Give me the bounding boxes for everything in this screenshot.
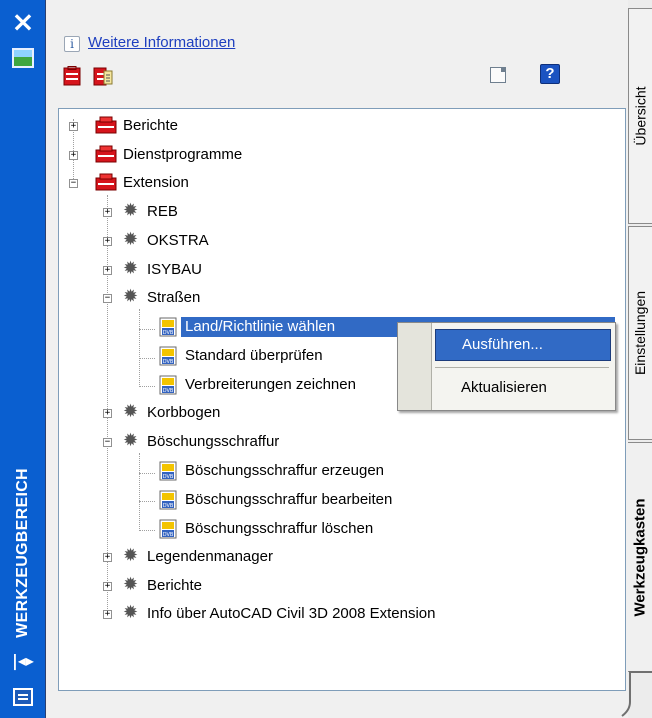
tree-item-label: Dienstprogramme [123,146,243,163]
tab-label: Übersicht [632,86,649,146]
tree-item-isybau[interactable]: + ✹ ISYBAU [59,258,359,280]
tab-uebersicht[interactable]: Übersicht [628,8,652,224]
autohide-icon[interactable]: |◂▸ [11,651,35,671]
svg-text:DVB: DVB [163,474,174,480]
tree-item-label: OKSTRA [147,232,209,249]
svg-text:DVB: DVB [163,359,174,365]
dvb-file-icon: DVB [159,519,177,539]
tab-label: Einstellungen [632,290,649,376]
close-icon[interactable]: × [9,8,37,36]
tree-item-label: ISYBAU [147,261,203,278]
toolbox-icon [95,145,117,163]
tree-item-korbbogen[interactable]: + ✹ Korbbogen [59,401,359,423]
svg-text:DVB: DVB [163,330,174,336]
info-icon: i [64,36,80,52]
tree-item-label: REB [147,203,178,220]
tree-item-berichte[interactable]: + Berichte [59,116,359,136]
expand-icon[interactable]: + [103,208,112,217]
tree-item-strassen[interactable]: − ✹ Straßen [59,286,359,308]
gear-icon: ✹ [123,229,139,250]
collapse-icon[interactable]: − [103,438,112,447]
expand-icon[interactable]: + [103,266,112,275]
context-menu: Ausführen... Aktualisieren [397,322,616,411]
tree-item-dienstprogramme[interactable]: + Dienstprogramme [59,145,359,165]
context-menu-item-aktualisieren[interactable]: Aktualisieren [435,373,611,405]
svg-text:DVB: DVB [163,532,174,538]
tab-einstellungen[interactable]: Einstellungen [628,226,652,440]
tree-item-extension[interactable]: − Extension [59,173,359,193]
context-menu-gutter [398,323,432,410]
toolbox-icon[interactable] [62,66,82,86]
tree-item-label: Berichte [147,577,203,594]
dvb-file-icon: DVB [159,346,177,366]
toolbox-catalog-icon[interactable] [93,66,113,86]
tree-item-label: Korbbogen [147,404,221,421]
tree-item-label: Info über AutoCAD Civil 3D 2008 Extensio… [147,605,436,622]
context-menu-separator [435,367,609,368]
window-icon[interactable] [490,67,506,83]
tree-item-legendenmanager[interactable]: + ✹ Legendenmanager [59,545,359,567]
tree-item-info-civil3d[interactable]: + ✹ Info über AutoCAD Civil 3D 2008 Exte… [59,602,519,624]
gear-icon: ✹ [123,401,139,422]
collapse-icon[interactable]: − [69,179,78,188]
tab-werkzeugkasten[interactable]: Werkzeugkasten [628,442,652,672]
gear-icon: ✹ [123,545,139,566]
tree-item-label: Standard überprüfen [185,347,323,364]
expand-icon[interactable]: + [103,409,112,418]
expand-icon[interactable]: + [69,151,78,160]
expand-icon[interactable]: + [103,610,112,619]
dvb-file-icon: DVB [159,490,177,510]
tree-item-label: Böschungsschraffur löschen [185,520,374,537]
tree-item-label: Extension [123,174,189,191]
tree-item-boeschung-erzeugen[interactable]: DVB Böschungsschraffur erzeugen [59,461,419,481]
toolbox-icon [95,173,117,191]
tree-item-label: Legendenmanager [147,548,273,565]
help-icon[interactable]: ? [540,64,560,84]
gear-icon: ✹ [123,602,139,623]
tree-item-label: Böschungsschraffur bearbeiten [185,491,393,508]
tree-item-reb[interactable]: + ✹ REB [59,200,359,222]
expand-icon[interactable]: + [103,237,112,246]
side-tabs: Übersicht Einstellungen Werkzeugkasten [628,0,652,718]
tree-item-label: Böschungsschraffur erzeugen [185,462,385,479]
gear-icon: ✹ [123,574,139,595]
tree-item-label: Böschungsschraffur [147,433,280,450]
tree-item-standard-pruefen[interactable]: DVB Standard überprüfen [59,346,389,366]
context-menu-item-ausfuehren[interactable]: Ausführen... [435,329,611,361]
landscape-icon[interactable] [12,48,34,68]
tab-label: Werkzeugkasten [631,497,649,617]
gear-icon: ✹ [123,430,139,451]
dvb-file-icon: DVB [159,461,177,481]
svg-text:DVB: DVB [163,388,174,394]
palette-title-text: WERKZEUGBEREICH [14,468,31,638]
tree-item-boeschung-bearbeiten[interactable]: DVB Böschungsschraffur bearbeiten [59,490,439,510]
tab-corner-decoration [621,671,652,717]
gear-icon: ✹ [123,258,139,279]
tree-item-berichte-ext[interactable]: + ✹ Berichte [59,574,359,596]
expand-icon[interactable]: + [103,582,112,591]
properties-icon[interactable] [13,688,33,706]
tree-item-okstra[interactable]: + ✹ OKSTRA [59,229,359,251]
dvb-file-icon: DVB [159,317,177,337]
gear-icon: ✹ [123,286,139,307]
dvb-file-icon: DVB [159,375,177,395]
palette-title: WERKZEUGBEREICH [6,450,40,656]
tree-item-boeschungsschraffur[interactable]: − ✹ Böschungsschraffur [59,430,359,452]
tree-item-label: Berichte [123,117,179,134]
gear-icon: ✹ [123,200,139,221]
tree-item-label: Straßen [147,289,201,306]
more-info-link[interactable]: Weitere Informationen [88,34,235,51]
tree-item-label: Verbreiterungen zeichnen [185,376,356,393]
palette-title-bar: × WERKZEUGBEREICH |◂▸ [0,0,46,718]
collapse-icon[interactable]: − [103,294,112,303]
toolbox-icon [95,116,117,134]
expand-icon[interactable]: + [69,122,78,131]
tree-item-verbreiterungen[interactable]: DVB Verbreiterungen zeichnen [59,375,389,395]
svg-text:DVB: DVB [163,503,174,509]
expand-icon[interactable]: + [103,553,112,562]
tree-item-boeschung-loeschen[interactable]: DVB Böschungsschraffur löschen [59,519,419,539]
